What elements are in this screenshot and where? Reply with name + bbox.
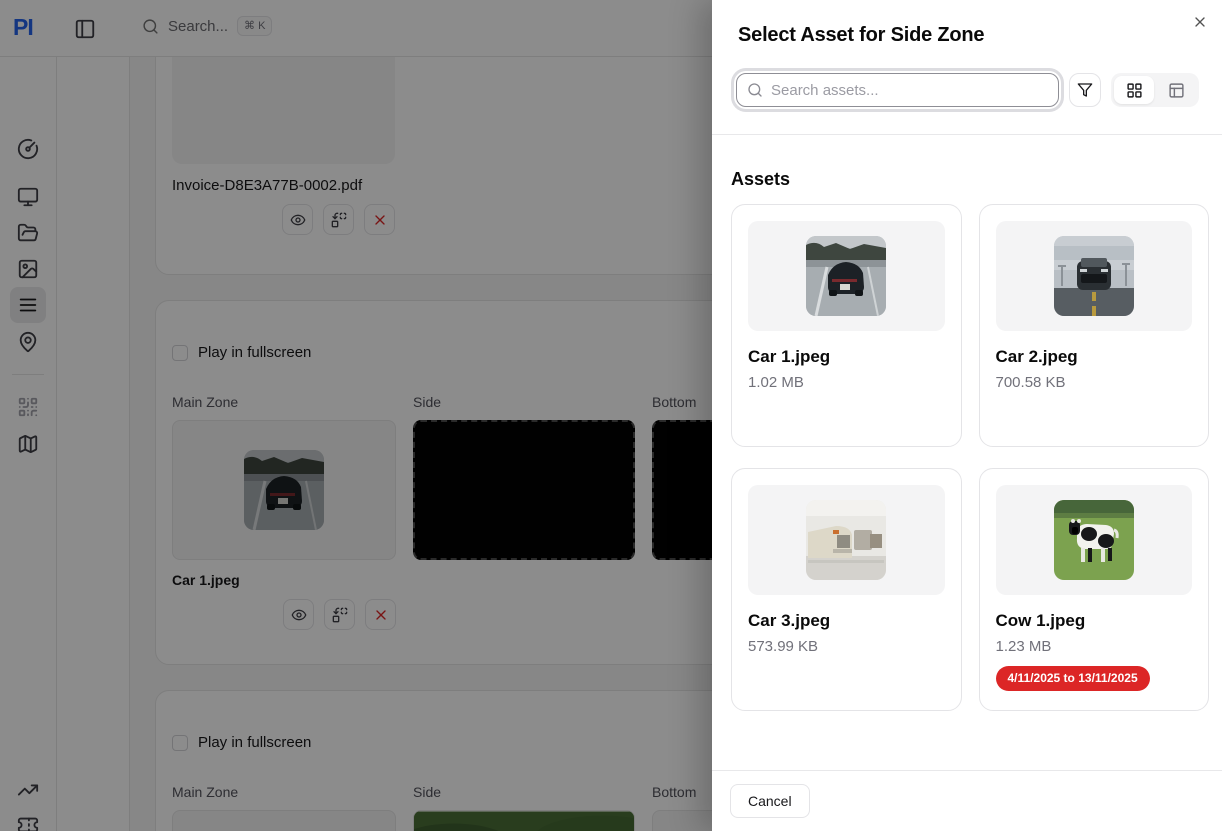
car-2-thumbnail <box>1054 236 1134 316</box>
asset-thumb-area <box>748 221 945 331</box>
asset-name: Car 3.jpeg <box>748 611 945 631</box>
asset-card-car-3[interactable]: Car 3.jpeg 573.99 KB <box>731 468 962 711</box>
table-view-icon <box>1168 82 1185 99</box>
asset-name: Car 1.jpeg <box>748 347 945 367</box>
schedule-badge: 4/11/2025 to 13/11/2025 <box>996 666 1150 691</box>
modal-footer: Cancel <box>712 770 1222 831</box>
asset-thumb-area <box>748 485 945 595</box>
cancel-button[interactable]: Cancel <box>730 784 810 818</box>
asset-grid: Car 1.jpeg 1.02 MB Car 2.jpeg 700.58 KB … <box>731 204 1209 711</box>
cow-1-thumbnail <box>1054 500 1134 580</box>
assets-section-title: Assets <box>731 169 1209 190</box>
view-toggle-group <box>1111 73 1199 107</box>
funnel-icon <box>1077 82 1093 98</box>
car-3-thumbnail <box>806 500 886 580</box>
asset-size: 700.58 KB <box>996 374 1193 391</box>
modal-title: Select Asset for Side Zone <box>712 0 1222 47</box>
modal-content: Assets Car 1.jpeg 1.02 MB Car 2.jpeg 700… <box>712 135 1222 770</box>
screen: PI Search... ⌘ K <box>0 0 1222 831</box>
asset-thumb-area <box>996 221 1193 331</box>
asset-card-cow-1[interactable]: Cow 1.jpeg 1.23 MB 4/11/2025 to 13/11/20… <box>979 468 1210 711</box>
asset-card-car-1[interactable]: Car 1.jpeg 1.02 MB <box>731 204 962 447</box>
asset-search-input[interactable] <box>771 82 1048 99</box>
asset-thumb-area <box>996 485 1193 595</box>
asset-size: 573.99 KB <box>748 638 945 655</box>
table-view-button[interactable] <box>1156 76 1196 104</box>
close-icon <box>1192 14 1208 30</box>
select-asset-modal: Select Asset for Side Zone Assets <box>712 0 1222 831</box>
asset-name: Cow 1.jpeg <box>996 611 1193 631</box>
search-icon <box>747 82 763 98</box>
asset-name: Car 2.jpeg <box>996 347 1193 367</box>
filter-button[interactable] <box>1069 73 1101 107</box>
asset-search-field[interactable] <box>736 73 1059 107</box>
grid-view-button[interactable] <box>1114 76 1154 104</box>
grid-view-icon <box>1126 82 1143 99</box>
asset-size: 1.23 MB <box>996 638 1193 655</box>
modal-toolbar <box>712 73 1222 107</box>
asset-card-car-2[interactable]: Car 2.jpeg 700.58 KB <box>979 204 1210 447</box>
close-modal-button[interactable] <box>1191 13 1209 31</box>
car-1-thumbnail <box>806 236 886 316</box>
asset-size: 1.02 MB <box>748 374 945 391</box>
